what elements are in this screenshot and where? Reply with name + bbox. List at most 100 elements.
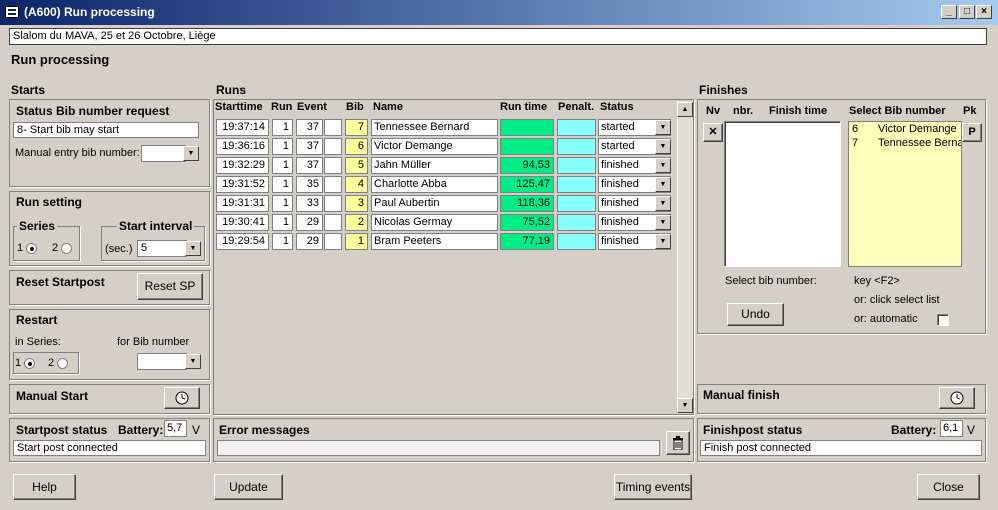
reset-sp-button[interactable]: Reset SP	[137, 273, 203, 300]
col-finish-time: Finish time	[769, 105, 828, 117]
select-bib-list[interactable]: 6 Victor Demange 7 Tennessee Bernard	[848, 121, 962, 267]
select-bib-name: Victor Demange	[878, 123, 957, 135]
manual-finish-button[interactable]	[939, 387, 975, 409]
run-cell-run: 1	[272, 157, 293, 174]
run-cell-run: 1	[272, 233, 293, 250]
automatic-checkbox[interactable]	[937, 314, 949, 326]
series-opt1-label: 1	[17, 242, 24, 254]
chevron-down-icon[interactable]: ▼	[655, 234, 671, 249]
manual-start-title: Manual Start	[16, 389, 89, 403]
bib-status-field: 8- Start bib may start	[13, 122, 199, 138]
run-cell-penalt	[557, 214, 596, 231]
series-1-radio[interactable]	[26, 242, 38, 254]
select-bib-number: 6	[852, 123, 859, 135]
close-button[interactable]: Close	[917, 474, 980, 500]
chevron-down-icon[interactable]: ▼	[655, 215, 671, 230]
finish-time-list[interactable]	[724, 121, 841, 267]
run-cell-event: 33	[296, 195, 323, 212]
col-select-bib: Select Bib number	[849, 105, 946, 117]
undo-button[interactable]: Undo	[727, 303, 784, 326]
select-bib-name: Tennessee Bernard	[878, 137, 961, 149]
run-cell-runtime: 77,19	[500, 233, 554, 250]
penalty-button[interactable]: P	[962, 123, 982, 142]
help-button[interactable]: Help	[13, 474, 76, 500]
run-cell-name: Tennessee Bernard	[371, 119, 498, 136]
trash-icon	[673, 436, 683, 451]
restart-opt1-label: 1	[15, 357, 22, 369]
run-cell-starttime: 19:31:31	[216, 195, 269, 212]
error-messages-field	[217, 440, 660, 456]
scroll-up-icon[interactable]: ▲	[677, 102, 693, 117]
run-cell-run: 1	[272, 138, 293, 155]
run-cell-starttime: 19:31:52	[216, 176, 269, 193]
run-cell-bib: 2	[345, 214, 368, 231]
run-cell-event: 37	[296, 157, 323, 174]
restart-radio-2: 2	[48, 357, 69, 369]
run-cell-starttime: 19:32:29	[216, 157, 269, 174]
window-title: (A600) Run processing	[24, 5, 155, 19]
scroll-down-icon[interactable]: ▼	[677, 398, 693, 413]
runs-scrollbar[interactable]	[677, 101, 693, 413]
run-cell-run: 1	[272, 195, 293, 212]
page-title: Run processing	[11, 52, 110, 67]
run-cell-event: 37	[296, 119, 323, 136]
restart-1-radio[interactable]	[24, 357, 36, 369]
stopwatch-icon	[950, 391, 964, 405]
startpost-title: Startpost status	[16, 423, 108, 437]
run-cell-penalt	[557, 233, 596, 250]
finishpost-status-field: Finish post connected	[700, 440, 982, 456]
reset-startpost-title: Reset Startpost	[16, 275, 105, 289]
chevron-down-icon[interactable]: ▼	[185, 241, 201, 256]
manual-start-button[interactable]	[164, 387, 200, 409]
restart-2-radio[interactable]	[57, 357, 69, 369]
run-cell-penalt	[557, 176, 596, 193]
run-cell-event: 29	[296, 233, 323, 250]
chevron-down-icon[interactable]: ▼	[183, 146, 199, 161]
run-cell-blank	[324, 233, 342, 250]
run-setting-title: Run setting	[16, 195, 82, 209]
col-run: Run	[271, 101, 293, 113]
maximize-button[interactable]: □	[959, 5, 975, 19]
timing-events-button[interactable]: Timing events	[614, 474, 692, 500]
chevron-down-icon[interactable]: ▼	[185, 354, 201, 369]
select-bib-item[interactable]: 6 Victor Demange	[849, 122, 961, 136]
chevron-down-icon[interactable]: ▼	[655, 120, 671, 135]
run-cell-starttime: 19:29:54	[216, 233, 269, 250]
series-2-radio[interactable]	[61, 242, 73, 254]
start-interval-label: Start interval	[117, 219, 195, 233]
series-label: Series	[17, 219, 58, 233]
run-cell-bib: 3	[345, 195, 368, 212]
run-cell-penalt	[557, 157, 596, 174]
run-cell-blank	[324, 138, 342, 155]
chevron-down-icon[interactable]: ▼	[655, 196, 671, 211]
chevron-down-icon[interactable]: ▼	[655, 139, 671, 154]
run-cell-starttime: 19:30:41	[216, 214, 269, 231]
sec-label: (sec.)	[105, 243, 133, 255]
run-cell-name: Charlotte Abba	[371, 176, 498, 193]
run-cell-blank	[324, 119, 342, 136]
col-runtime: Run time	[500, 101, 548, 113]
delete-finish-button[interactable]: ✕	[703, 123, 723, 142]
close-window-button[interactable]: ×	[976, 5, 992, 19]
clear-errors-button[interactable]	[666, 431, 690, 455]
manual-bib-select[interactable]	[141, 145, 186, 162]
for-bib-label: for Bib number	[117, 336, 190, 348]
run-cell-bib: 4	[345, 176, 368, 193]
col-name: Name	[373, 101, 403, 113]
error-messages-title: Error messages	[219, 423, 310, 437]
minimize-button[interactable]: _	[941, 5, 957, 19]
run-cell-name: Bram Peeters	[371, 233, 498, 250]
starts-title: Starts	[11, 83, 46, 97]
run-cell-blank	[324, 214, 342, 231]
automatic-label: or: automatic	[854, 313, 918, 325]
chevron-down-icon[interactable]: ▼	[655, 158, 671, 173]
chevron-down-icon[interactable]: ▼	[655, 177, 671, 192]
update-button[interactable]: Update	[214, 474, 283, 500]
event-name-field: Slalom du MAVA, 25 et 26 Octobre, Liège	[9, 28, 987, 45]
select-bib-item[interactable]: 7 Tennessee Bernard	[849, 136, 961, 150]
restart-bib-select[interactable]	[137, 353, 187, 370]
run-cell-runtime	[500, 119, 554, 136]
interval-select[interactable]: 5	[137, 240, 187, 257]
run-cell-bib: 6	[345, 138, 368, 155]
run-cell-penalt	[557, 138, 596, 155]
